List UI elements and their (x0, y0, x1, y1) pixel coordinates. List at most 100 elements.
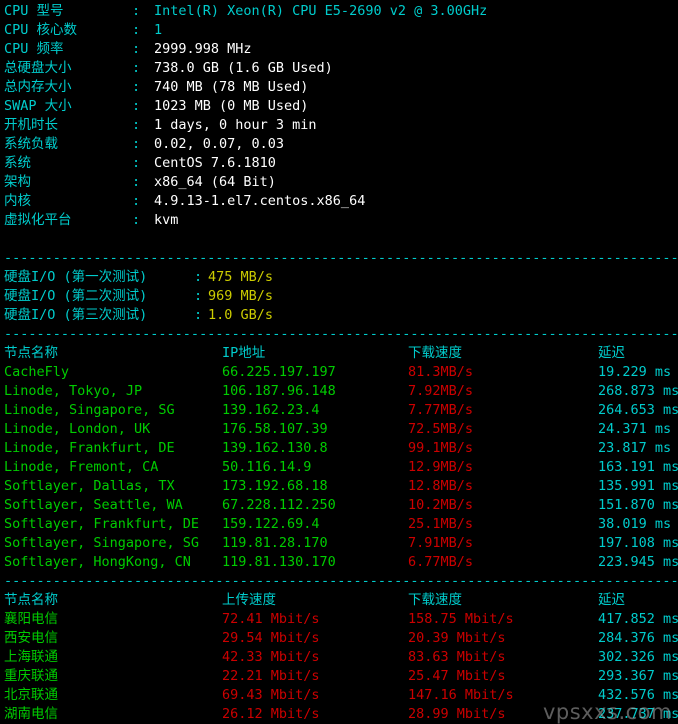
cell-download: 7.91MB/s (408, 535, 474, 551)
table-row: Softlayer, Singapore, SG 119.81.28.170 7… (4, 534, 678, 553)
sysinfo-row: 内核 : 4.9.13-1.el7.centos.x86_64 (4, 192, 678, 211)
sysinfo-colon: : (132, 79, 141, 95)
sysinfo-label: CPU 频率 (4, 41, 64, 57)
cell-node: CacheFly (4, 364, 70, 380)
sysinfo-value: Intel(R) Xeon(R) CPU E5-2690 v2 @ 3.00GH… (154, 3, 488, 19)
separator-line-3: ----------------------------------------… (4, 573, 678, 589)
cell-latency: 23.817 ms (598, 440, 672, 456)
cell-download: 147.16 Mbit/s (408, 687, 514, 703)
sysinfo-label: 开机时长 (4, 117, 58, 133)
cell-ip: 173.192.68.18 (222, 478, 328, 494)
cell-node: Softlayer, Dallas, TX (4, 478, 175, 494)
cell-latency: 268.873 ms (598, 383, 678, 399)
sysinfo-row: 总内存大小 : 740 MB (78 MB Used) (4, 78, 678, 97)
cell-ip: 119.81.28.170 (222, 535, 328, 551)
table-row: Linode, London, UK 176.58.107.39 72.5MB/… (4, 420, 678, 439)
sysinfo-colon: : (132, 22, 141, 38)
cell-node: Linode, Singapore, SG (4, 402, 175, 418)
cell-node: 北京联通 (4, 687, 58, 703)
table-row: Softlayer, Frankfurt, DE 159.122.69.4 25… (4, 515, 678, 534)
sysinfo-value: 740 MB (78 MB Used) (154, 79, 309, 95)
sysinfo-value: kvm (154, 212, 179, 228)
sysinfo-label: SWAP 大小 (4, 98, 72, 114)
table-row: 襄阳电信 72.41 Mbit/s 158.75 Mbit/s 417.852 … (4, 610, 678, 629)
sysinfo-value: 2999.998 MHz (154, 41, 252, 57)
cell-upload: 72.41 Mbit/s (222, 611, 320, 627)
separator-line-2: ----------------------------------------… (4, 326, 678, 342)
table-row: Softlayer, Dallas, TX 173.192.68.18 12.8… (4, 477, 678, 496)
cell-download: 20.39 Mbit/s (408, 630, 506, 646)
cell-download: 83.63 Mbit/s (408, 649, 506, 665)
diskio-value: 969 MB/s (208, 288, 274, 304)
table-row: 西安电信 29.54 Mbit/s 20.39 Mbit/s 284.376 m… (4, 629, 678, 648)
table-row: 上海联通 42.33 Mbit/s 83.63 Mbit/s 302.326 m… (4, 648, 678, 667)
diskio-row: 硬盘I/O (第一次测试) : 475 MB/s (4, 268, 678, 287)
cell-ip: 67.228.112.250 (222, 497, 336, 513)
cell-ip: 106.187.96.148 (222, 383, 336, 399)
cell-download: 72.5MB/s (408, 421, 474, 437)
cell-node: 上海联通 (4, 649, 58, 665)
table-row: Softlayer, HongKong, CN 119.81.130.170 6… (4, 553, 678, 572)
sysinfo-colon: : (132, 117, 141, 133)
sysinfo-row: CPU 核心数 : 1 (4, 21, 678, 40)
sysinfo-colon: : (132, 212, 141, 228)
cell-latency: 197.108 ms (598, 535, 678, 551)
table-row: Linode, Frankfurt, DE 139.162.130.8 99.1… (4, 439, 678, 458)
sysinfo-row: 架构 : x86_64 (64 Bit) (4, 173, 678, 192)
sysinfo-row: 总硬盘大小 : 738.0 GB (1.6 GB Used) (4, 59, 678, 78)
sysinfo-value: 0.02, 0.07, 0.03 (154, 136, 285, 152)
sysinfo-label: 系统负载 (4, 136, 58, 152)
column-header-download: 下载速度 (408, 592, 462, 608)
column-header-latency: 延迟 (598, 592, 625, 608)
cell-ip: 139.162.23.4 (222, 402, 320, 418)
cell-node: Linode, Frankfurt, DE (4, 440, 175, 456)
cell-node: Softlayer, Seattle, WA (4, 497, 183, 513)
sysinfo-colon: : (132, 174, 141, 190)
cell-latency: 293.367 ms (598, 668, 678, 684)
sysinfo-value: 1 (154, 22, 163, 38)
sysinfo-colon: : (132, 60, 141, 76)
cell-latency: 19.229 ms (598, 364, 672, 380)
cell-download: 12.9MB/s (408, 459, 474, 475)
sysinfo-row: 虚拟化平台 : kvm (4, 211, 678, 230)
cell-upload: 26.12 Mbit/s (222, 706, 320, 722)
column-header-node: 节点名称 (4, 592, 58, 608)
cell-latency: 264.653 ms (598, 402, 678, 418)
sysinfo-value: CentOS 7.6.1810 (154, 155, 276, 171)
cell-latency: 223.945 ms (598, 554, 678, 570)
sysinfo-label: 虚拟化平台 (4, 212, 72, 228)
cell-node: Linode, Tokyo, JP (4, 383, 143, 399)
table-row: Linode, Tokyo, JP 106.187.96.148 7.92MB/… (4, 382, 678, 401)
terminal-output: CPU 型号 : Intel(R) Xeon(R) CPU E5-2690 v2… (0, 0, 678, 724)
sysinfo-row: SWAP 大小 : 1023 MB (0 MB Used) (4, 97, 678, 116)
column-header-ip: IP地址 (222, 345, 266, 361)
cell-download: 25.47 Mbit/s (408, 668, 506, 684)
sysinfo-label: 总内存大小 (4, 79, 72, 95)
cell-ip: 139.162.130.8 (222, 440, 328, 456)
column-header-latency: 延迟 (598, 345, 625, 361)
cell-latency: 38.019 ms (598, 516, 672, 532)
sysinfo-colon: : (132, 193, 141, 209)
cell-latency: 237.737 ms (598, 706, 678, 722)
cell-download: 99.1MB/s (408, 440, 474, 456)
diskio-colon: : (194, 288, 203, 304)
cell-upload: 29.54 Mbit/s (222, 630, 320, 646)
cell-download: 7.92MB/s (408, 383, 474, 399)
speedtest-intl-table: 节点名称 IP地址 下载速度 延迟 CacheFly 66.225.197.19… (4, 344, 678, 572)
speedtest-intl-header: 节点名称 IP地址 下载速度 延迟 (4, 344, 678, 363)
diskio-value: 475 MB/s (208, 269, 274, 285)
diskio-label: 硬盘I/O (第二次测试) (4, 288, 148, 304)
sysinfo-label: 总硬盘大小 (4, 60, 72, 76)
cell-latency: 24.371 ms (598, 421, 672, 437)
cell-latency: 163.191 ms (598, 459, 678, 475)
sysinfo-row: CPU 频率 : 2999.998 MHz (4, 40, 678, 59)
cell-latency: 417.852 ms (598, 611, 678, 627)
sysinfo-label: 内核 (4, 193, 31, 209)
cell-download: 28.99 Mbit/s (408, 706, 506, 722)
cell-node: Softlayer, HongKong, CN (4, 554, 191, 570)
table-row: Linode, Fremont, CA 50.116.14.9 12.9MB/s… (4, 458, 678, 477)
diskio-value: 1.0 GB/s (208, 307, 274, 323)
cell-upload: 69.43 Mbit/s (222, 687, 320, 703)
sysinfo-colon: : (132, 3, 141, 19)
